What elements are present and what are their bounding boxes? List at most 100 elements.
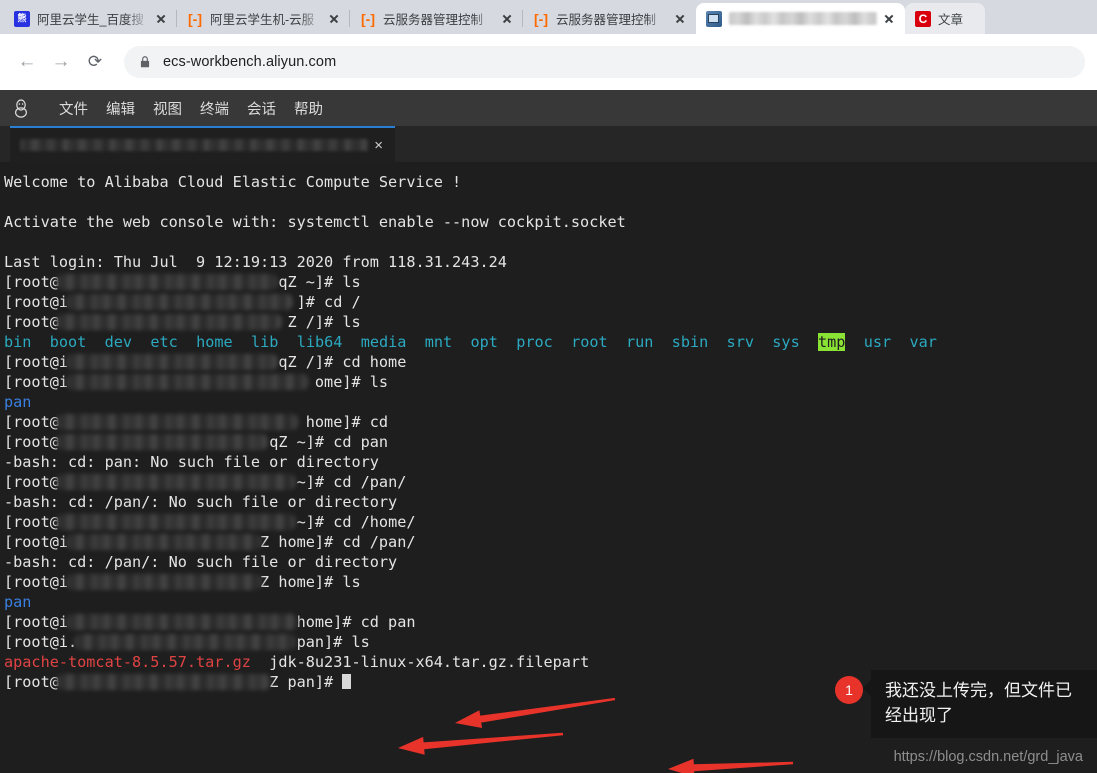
browser-tab-3[interactable]: [-] 云服务器管理控制	[522, 3, 696, 34]
browser-tab-1[interactable]: [-] 阿里云学生机-云服	[176, 3, 350, 34]
menu-file[interactable]: 文件	[50, 94, 97, 123]
ls-entry-tmp: tmp	[818, 333, 846, 351]
ls-entry-usr: usr	[863, 333, 892, 351]
ls-entry-root: root	[571, 333, 608, 351]
reload-button[interactable]: ⟳	[80, 47, 110, 77]
prompt-user-host: [root@i	[4, 613, 69, 631]
terminal-command: cd /pan/	[342, 533, 416, 551]
terminal-command: ls	[342, 273, 361, 291]
tab-close-icon[interactable]	[881, 11, 897, 27]
terminal-prompt-line: [root@i ]# cd /	[4, 292, 1097, 312]
browser-tab-title: 云服务器管理控制	[383, 13, 484, 27]
redacted-hostname	[66, 574, 262, 590]
browser-tab-title: 阿里云学生_百度搜	[37, 13, 144, 27]
tab-close-icon[interactable]	[153, 11, 169, 27]
ls-entry-var: var	[909, 333, 937, 351]
prompt-user-host: [root@i	[4, 293, 69, 311]
menu-help[interactable]: 帮助	[285, 94, 332, 123]
browser-tab-5[interactable]: C 文章	[905, 3, 985, 34]
ls-entry-lib: lib	[250, 333, 279, 351]
menu-view[interactable]: 视图	[144, 94, 191, 123]
terminal-prompt-line: [root@i home]# cd pan	[4, 612, 1097, 632]
ls-entry-sbin: sbin	[671, 333, 709, 351]
ls-entry-tomcat-archive: apache-tomcat-8.5.57.tar.gz	[4, 653, 251, 671]
terminal-prompt-line: [root@i. pan]# ls	[4, 632, 1097, 652]
prompt-user-host: [root@	[4, 433, 59, 451]
prompt-path: home]#	[305, 413, 370, 431]
prompt-path: Z pan]#	[269, 673, 343, 691]
terminal-prompt-line: [root@ qZ ~]# cd pan	[4, 432, 1097, 452]
prompt-path: pan]#	[296, 633, 352, 651]
terminal-prompt-line: [root@i qZ /]# cd home	[4, 352, 1097, 372]
terminal-line: -bash: cd: pan: No such file or director…	[4, 453, 379, 471]
redacted-hostname	[74, 634, 296, 650]
terminal-menubar: 文件 编辑 视图 终端 会话 帮助	[0, 90, 1097, 126]
terminal-tab-title-redacted	[20, 139, 369, 151]
prompt-user-host: [root@i	[4, 533, 69, 551]
prompt-user-host: [root@	[4, 473, 59, 491]
browser-tab-title: 云服务器管理控制	[556, 13, 657, 27]
menu-edit[interactable]: 编辑	[97, 94, 144, 123]
terminal-output[interactable]: Welcome to Alibaba Cloud Elastic Compute…	[0, 162, 1097, 773]
terminal-command: ls	[369, 373, 389, 391]
ls-entry-lib64: lib64	[296, 333, 343, 351]
browser-tab-title-redacted	[729, 12, 877, 25]
terminal-prompt-line: [root@i Z home]# ls	[4, 572, 1097, 592]
terminal-tabstrip: ×	[0, 126, 1097, 162]
ls-entry-home: home	[196, 333, 233, 351]
terminal-tab-close-icon[interactable]: ×	[368, 138, 389, 153]
terminal-prompt-line: [root@ ~]# cd /pan/	[4, 472, 1097, 492]
redacted-hostname	[56, 414, 299, 430]
menu-terminal[interactable]: 终端	[191, 94, 238, 123]
browser-tab-0[interactable]: 熊 阿里云学生_百度搜	[4, 3, 177, 34]
prompt-path: ome]#	[314, 373, 370, 391]
baidu-favicon: 熊	[14, 10, 30, 27]
back-button[interactable]: ←	[12, 47, 42, 77]
aliyun-favicon: [-]	[534, 10, 548, 27]
url-text: ecs-workbench.aliyun.com	[163, 54, 337, 70]
prompt-path: ]#	[296, 293, 325, 311]
terminal-line: Last login: Thu Jul 9 12:19:13 2020 from…	[4, 253, 507, 271]
browser-tab-2[interactable]: [-] 云服务器管理控制	[349, 3, 523, 34]
ls-entry-dev: dev	[104, 333, 133, 351]
ls-entry-media: media	[360, 333, 407, 351]
terminal-line: Welcome to Alibaba Cloud Elastic Compute…	[4, 173, 462, 191]
browser-tab-active-ecs-workbench[interactable]	[696, 3, 905, 34]
ls-entry-run: run	[625, 333, 654, 351]
ls-entry-bin: bin	[4, 333, 32, 351]
terminal-tab-active[interactable]: ×	[10, 126, 395, 162]
prompt-user-host: [root@	[4, 413, 59, 431]
redacted-hostname	[56, 514, 296, 530]
terminal-ls-pan-output: apache-tomcat-8.5.57.tar.gz jdk-8u231-li…	[4, 652, 1097, 672]
prompt-user-host: [root@i	[4, 353, 69, 371]
terminal-command: cd /pan/	[333, 473, 407, 491]
prompt-path: home]#	[296, 613, 361, 631]
address-bar[interactable]: ecs-workbench.aliyun.com	[124, 46, 1085, 78]
tab-close-icon[interactable]	[672, 11, 688, 27]
prompt-user-host: [root@	[4, 513, 59, 531]
ls-entry-pan: pan	[4, 393, 32, 411]
terminal-command: cd pan	[360, 613, 416, 631]
prompt-path: qZ /]#	[278, 353, 343, 371]
prompt-path: ~]#	[296, 513, 334, 531]
aliyun-favicon: [-]	[188, 10, 202, 27]
prompt-path: ~]#	[296, 473, 334, 491]
ls-entry-pan: pan	[4, 593, 32, 611]
terminal-line: Activate the web console with: systemctl…	[4, 213, 626, 231]
terminal-command: cd /home/	[333, 513, 416, 531]
menu-session[interactable]: 会话	[238, 94, 285, 123]
terminal-command: ls	[342, 573, 361, 591]
ls-entry-srv: srv	[726, 333, 754, 351]
redacted-hostname	[66, 354, 278, 370]
terminal-prompt-line: [root@ ~]# cd /home/	[4, 512, 1097, 532]
terminal-ls-root-output: bin boot dev etc home lib lib64 media mn…	[4, 332, 1097, 352]
redacted-hostname	[56, 274, 278, 290]
forward-button[interactable]: →	[46, 47, 76, 77]
tab-close-icon[interactable]	[326, 11, 342, 27]
tab-close-icon[interactable]	[499, 11, 515, 27]
browser-chrome: 熊 阿里云学生_百度搜 [-] 阿里云学生机-云服 [-] 云服务器管理控制 […	[0, 0, 1097, 90]
csdn-favicon: C	[915, 10, 931, 27]
ls-entry-mnt: mnt	[424, 333, 453, 351]
